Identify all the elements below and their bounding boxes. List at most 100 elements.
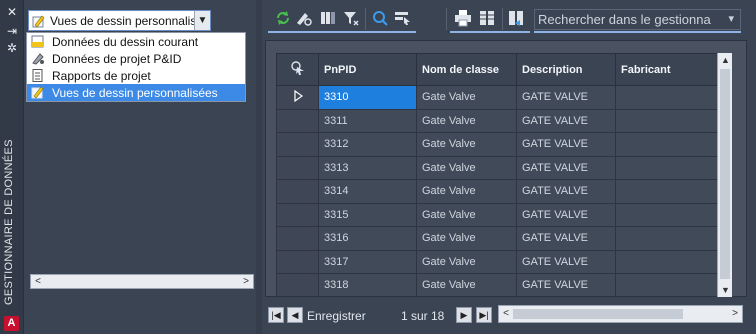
column-header-pnpid[interactable]: PnPID xyxy=(318,53,417,86)
scroll-right-icon[interactable]: > xyxy=(728,307,742,321)
cell-classe[interactable]: Gate Valve xyxy=(416,179,517,204)
palette-title: GESTIONNAIRE DE DONNÉES xyxy=(3,139,15,305)
row-header[interactable] xyxy=(276,226,319,251)
next-record-icon[interactable]: ▶ xyxy=(456,307,472,323)
table-row[interactable]: 3318 Gate Valve GATE VALVE xyxy=(276,273,718,296)
dropdown-option-reports[interactable]: Rapports de projet xyxy=(27,67,245,84)
cell-fabricant[interactable] xyxy=(615,108,718,133)
row-header[interactable] xyxy=(276,273,319,296)
search-placeholder: Rechercher dans le gestionna xyxy=(538,12,711,27)
last-record-icon[interactable]: ▶| xyxy=(476,307,492,323)
cell-classe[interactable]: Gate Valve xyxy=(416,85,517,110)
select-all-header[interactable] xyxy=(276,53,319,86)
cell-fabricant[interactable] xyxy=(615,226,718,251)
current-row-indicator-icon[interactable] xyxy=(276,85,319,110)
hide-columns-icon[interactable] xyxy=(319,9,337,27)
table-row[interactable]: 3315 Gate Valve GATE VALVE xyxy=(276,202,718,227)
dropdown-option-project-data[interactable]: Données de projet P&ID xyxy=(27,50,245,67)
search-input[interactable]: Rechercher dans le gestionna ▾ xyxy=(534,9,741,30)
cell-description[interactable]: GATE VALVE xyxy=(516,108,616,133)
cell-pnpid[interactable]: 3315 xyxy=(318,202,417,227)
cell-description[interactable]: GATE VALVE xyxy=(516,249,616,274)
grid-horizontal-scrollbar[interactable]: < > xyxy=(498,305,743,323)
custom-view-icon xyxy=(32,15,45,27)
autohide-icon[interactable]: ⇥ xyxy=(5,24,19,38)
chevron-down-icon[interactable]: ▼ xyxy=(194,11,210,30)
row-header[interactable] xyxy=(276,249,319,274)
cell-description[interactable]: GATE VALVE xyxy=(516,132,616,157)
scroll-up-icon[interactable]: ▲ xyxy=(718,53,733,67)
cell-description[interactable]: GATE VALVE xyxy=(516,179,616,204)
cell-description[interactable]: GATE VALVE xyxy=(516,85,616,110)
cell-classe[interactable]: Gate Valve xyxy=(416,132,517,157)
scrollbar-thumb[interactable] xyxy=(513,309,683,319)
pane-splitter[interactable] xyxy=(256,0,262,334)
cell-fabricant[interactable] xyxy=(615,249,718,274)
row-header[interactable] xyxy=(276,132,319,157)
dropdown-option-custom-views[interactable]: Vues de dessin personnalisées xyxy=(27,84,245,101)
table-row[interactable]: 3316 Gate Valve GATE VALVE xyxy=(276,226,718,251)
cell-description[interactable]: GATE VALVE xyxy=(516,202,616,227)
properties-icon[interactable]: ✲ xyxy=(5,41,19,55)
cell-fabricant[interactable] xyxy=(615,85,718,110)
scroll-left-icon[interactable]: < xyxy=(31,275,45,288)
table-row[interactable]: 3313 Gate Valve GATE VALVE xyxy=(276,155,718,180)
table-row[interactable]: 3310 Gate Valve GATE VALVE xyxy=(276,85,718,110)
cell-classe[interactable]: Gate Valve xyxy=(416,249,517,274)
export-icon[interactable] xyxy=(478,9,496,27)
import-icon[interactable] xyxy=(507,9,525,27)
row-header[interactable] xyxy=(276,202,319,227)
scrollbar-thumb[interactable] xyxy=(720,69,730,279)
toolbar-separator xyxy=(365,8,366,30)
cell-pnpid[interactable]: 3313 xyxy=(318,155,417,180)
cell-pnpid[interactable]: 3316 xyxy=(318,226,417,251)
column-header-nom-de-classe[interactable]: Nom de classe xyxy=(416,53,517,86)
cell-description[interactable]: GATE VALVE xyxy=(516,226,616,251)
zoom-to-icon[interactable] xyxy=(295,9,313,27)
cell-pnpid[interactable]: 3314 xyxy=(318,179,417,204)
filter-clear-icon[interactable] xyxy=(342,9,360,27)
column-header-fabricant[interactable]: Fabricant xyxy=(615,53,718,86)
refresh-icon[interactable] xyxy=(274,9,292,27)
print-icon[interactable] xyxy=(454,9,472,27)
view-selector[interactable]: Vues de dessin personnalis ▼ xyxy=(28,10,211,31)
scroll-right-icon[interactable]: > xyxy=(239,275,253,288)
cell-classe[interactable]: Gate Valve xyxy=(416,226,517,251)
chevron-down-icon[interactable]: ▾ xyxy=(728,12,734,25)
table-row[interactable]: 3311 Gate Valve GATE VALVE xyxy=(276,108,718,133)
scroll-left-icon[interactable]: < xyxy=(499,307,513,321)
zoom-icon[interactable] xyxy=(371,9,389,27)
cell-fabricant[interactable] xyxy=(615,132,718,157)
row-header[interactable] xyxy=(276,108,319,133)
cell-description[interactable]: GATE VALVE xyxy=(516,273,616,296)
cell-classe[interactable]: Gate Valve xyxy=(416,202,517,227)
tree-horizontal-scrollbar[interactable]: < > xyxy=(30,274,254,289)
cell-classe[interactable]: Gate Valve xyxy=(416,273,517,296)
cell-pnpid[interactable]: 3312 xyxy=(318,132,417,157)
grid-vertical-scrollbar[interactable]: ▲ ▼ xyxy=(717,53,732,297)
close-icon[interactable]: ✕ xyxy=(5,5,19,19)
select-icon[interactable] xyxy=(394,9,412,27)
cell-pnpid[interactable]: 3318 xyxy=(318,273,417,296)
cell-fabricant[interactable] xyxy=(615,273,718,296)
table-row[interactable]: 3314 Gate Valve GATE VALVE xyxy=(276,179,718,204)
first-record-icon[interactable]: |◀ xyxy=(268,307,284,323)
cell-fabricant[interactable] xyxy=(615,155,718,180)
column-header-description[interactable]: Description xyxy=(516,53,616,86)
row-header[interactable] xyxy=(276,179,319,204)
cell-pnpid[interactable]: 3311 xyxy=(318,108,417,133)
table-row[interactable]: 3317 Gate Valve GATE VALVE xyxy=(276,249,718,274)
cell-description[interactable]: GATE VALVE xyxy=(516,155,616,180)
cell-pnpid[interactable]: 3310 xyxy=(318,85,417,110)
row-header[interactable] xyxy=(276,155,319,180)
previous-record-icon[interactable]: ◀ xyxy=(287,307,303,323)
cell-fabricant[interactable] xyxy=(615,179,718,204)
cell-fabricant[interactable] xyxy=(615,202,718,227)
table-row[interactable]: 3312 Gate Valve GATE VALVE xyxy=(276,132,718,157)
view-selector-dropdown: Données du dessin courant Données de pro… xyxy=(26,32,246,102)
cell-classe[interactable]: Gate Valve xyxy=(416,108,517,133)
cell-pnpid[interactable]: 3317 xyxy=(318,249,417,274)
dropdown-option-drawing-data[interactable]: Données du dessin courant xyxy=(27,33,245,50)
scroll-down-icon[interactable]: ▼ xyxy=(718,283,733,297)
cell-classe[interactable]: Gate Valve xyxy=(416,155,517,180)
